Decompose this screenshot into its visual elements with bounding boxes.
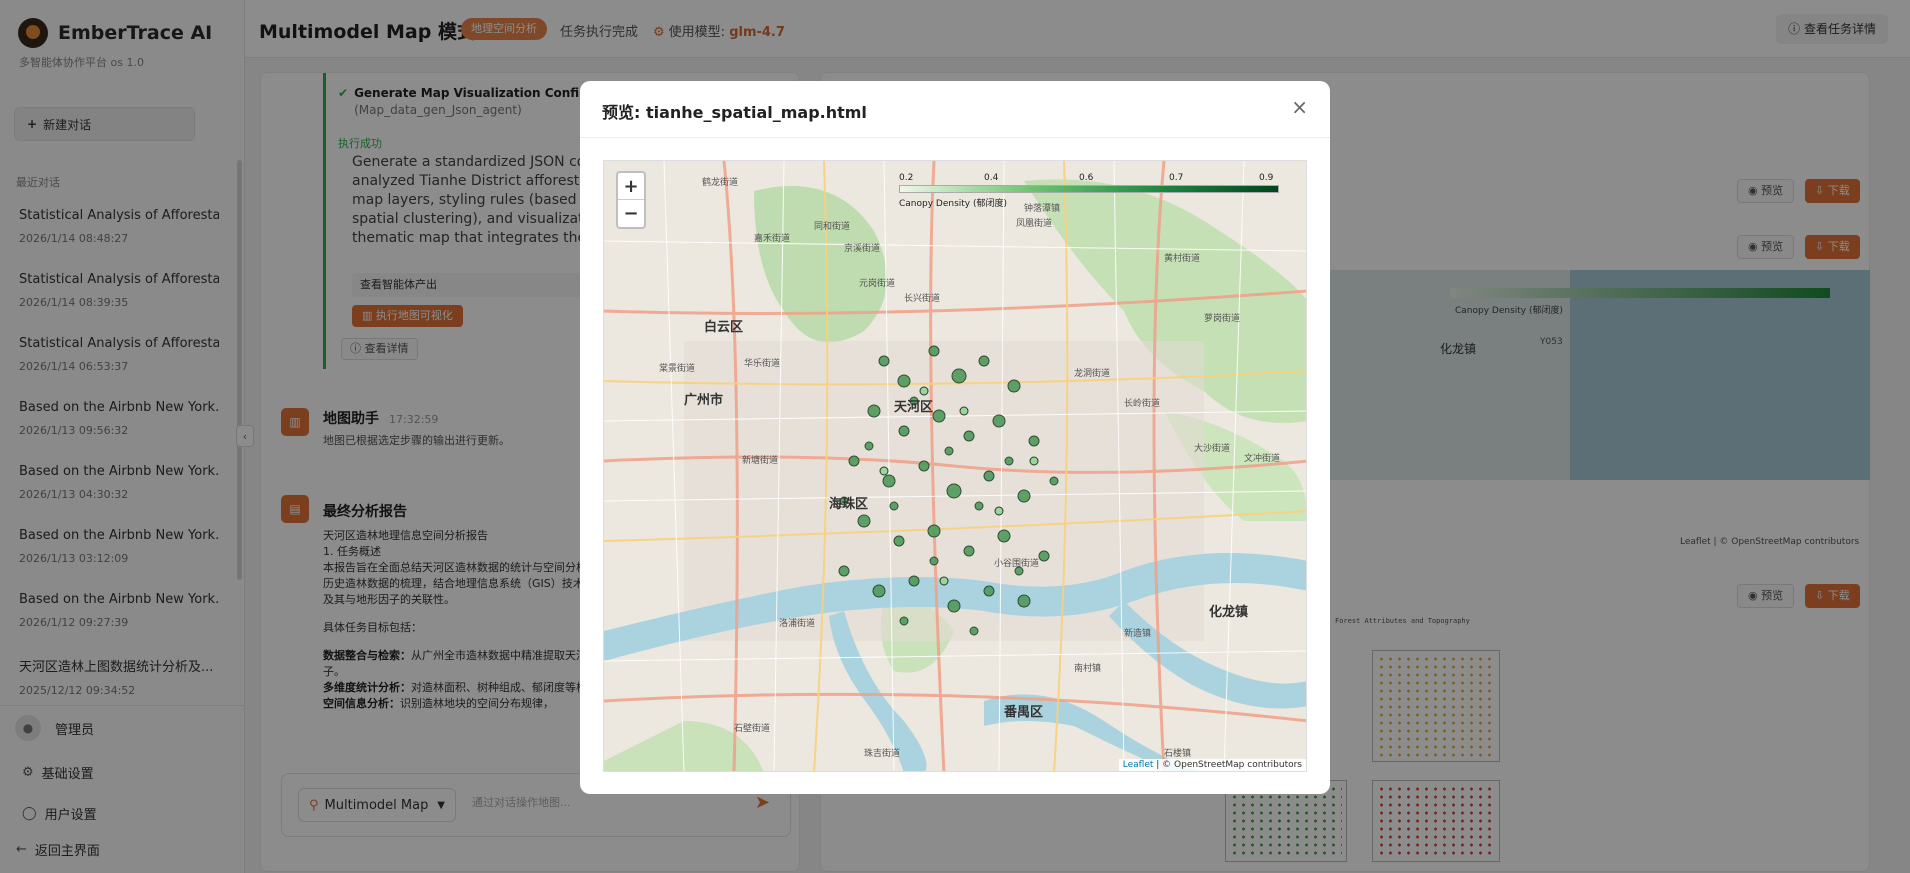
map-place-label: 嘉禾街道 — [754, 234, 791, 244]
osm-attribution: | © OpenStreetMap contributors — [1153, 760, 1302, 770]
map-place-label: 元岗街道 — [859, 279, 896, 289]
map-place-label: 龙洞街道 — [1074, 369, 1111, 379]
map-place-label: 石楼镇 — [1164, 749, 1192, 759]
map-place-label: 南村镇 — [1074, 664, 1102, 674]
map-place-label: 华乐街道 — [744, 359, 781, 369]
map-place-label: 珠吉街道 — [864, 749, 901, 759]
map-place-label: 棠景街道 — [659, 364, 696, 374]
map-place-label: 天河区 — [894, 400, 934, 415]
legend-tick: 0.4 — [984, 173, 999, 183]
map-place-label: 同和街道 — [814, 222, 851, 232]
legend-tick: 0.2 — [899, 173, 914, 183]
zoom-out-button[interactable]: − — [618, 200, 644, 227]
legend-caption: Canopy Density (郁闭度) — [899, 199, 1008, 209]
map-place-label: 大沙街道 — [1194, 444, 1231, 454]
modal-divider — [580, 137, 1330, 138]
map-place-label: 凤凰街道 — [1016, 219, 1053, 229]
map-place-label: 番禺区 — [1004, 705, 1044, 720]
preview-modal: 预览: tianhe_spatial_map.html × 鹤龙街道 钟落潭镇 … — [580, 81, 1330, 794]
map-place-label: 文冲街道 — [1244, 454, 1281, 464]
close-icon[interactable]: × — [1291, 95, 1308, 119]
legend-ticks: 0.2 0.4 0.6 0.7 0.9 — [899, 173, 1279, 185]
legend-color-bar — [899, 185, 1279, 193]
map-place-label: 新塘街道 — [742, 456, 779, 466]
leaflet-link[interactable]: Leaflet — [1123, 760, 1154, 770]
zoom-in-button[interactable]: + — [618, 173, 644, 200]
map-place-label: 白云区 — [704, 320, 744, 335]
map-place-label: 小谷围街道 — [994, 559, 1040, 569]
map-place-label: 广州市 — [684, 393, 724, 408]
map-place-label: 新造镇 — [1124, 629, 1152, 639]
legend-tick: 0.7 — [1169, 173, 1184, 183]
map-place-label: 长岭街道 — [1124, 399, 1161, 409]
canopy-legend: 0.2 0.4 0.6 0.7 0.9 Canopy Density (郁闭度) — [899, 173, 1279, 209]
map-place-label: 鹤龙街道 — [702, 178, 739, 188]
map-place-label: 黄村街道 — [1164, 254, 1201, 264]
map-place-label: 海珠区 — [829, 497, 869, 512]
map-place-label: 石壁街道 — [734, 724, 771, 734]
map-tiles — [604, 161, 1306, 771]
legend-tick: 0.9 — [1259, 173, 1274, 183]
map-place-label: 洛浦街道 — [779, 619, 816, 629]
map-place-label: 长兴街道 — [904, 294, 941, 304]
map-place-label: 化龙镇 — [1209, 605, 1249, 620]
map-attribution: Leaflet | © OpenStreetMap contributors — [1118, 759, 1306, 771]
map-place-label: 萝岗街道 — [1204, 314, 1241, 324]
map-viewport[interactable]: 鹤龙街道 钟落潭镇 嘉禾街道 同和街道 凤凰街道 白云区 棠景街道 京溪街道 元… — [603, 160, 1307, 772]
modal-title: 预览: tianhe_spatial_map.html — [602, 103, 867, 122]
zoom-control: + − — [616, 171, 646, 229]
map-place-label: 京溪街道 — [844, 244, 881, 254]
legend-tick: 0.6 — [1079, 173, 1094, 183]
